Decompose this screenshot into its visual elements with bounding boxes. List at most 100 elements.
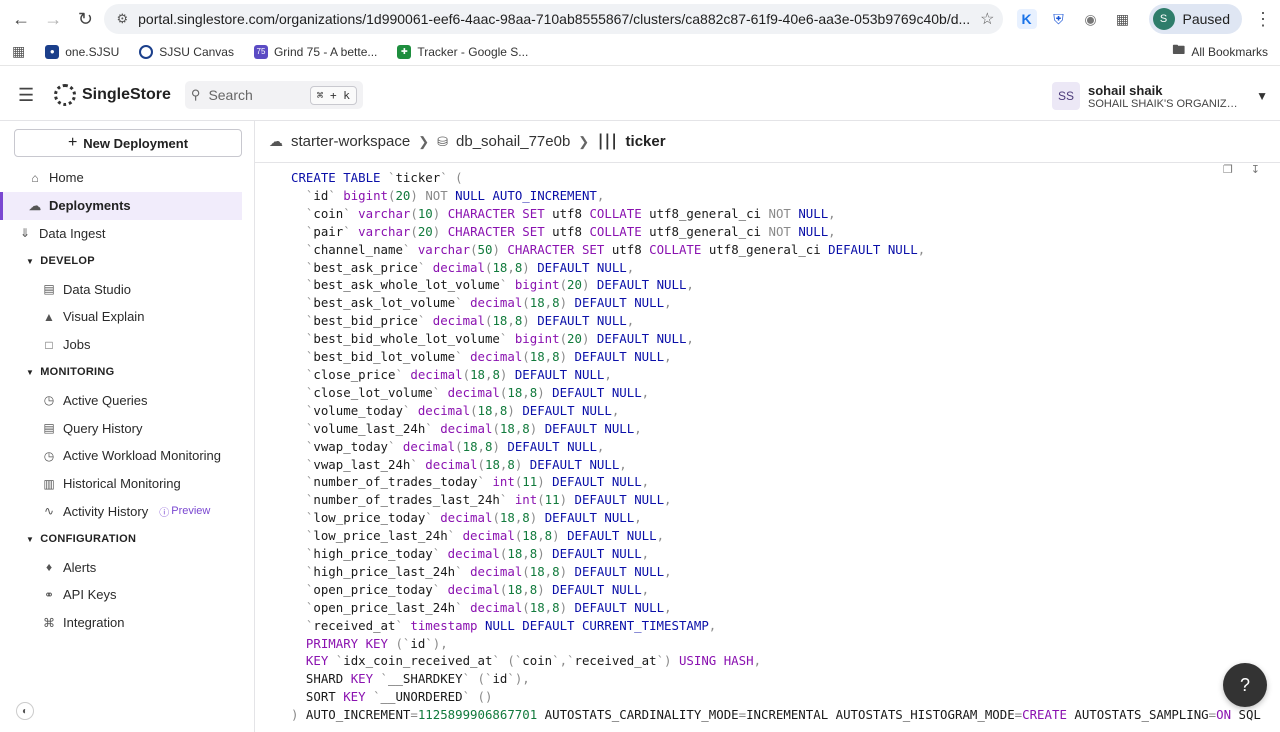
- new-deployment-button[interactable]: + New Deployment: [14, 129, 242, 157]
- section-develop[interactable]: ▼ DEVELOP: [0, 247, 254, 275]
- all-bookmarks[interactable]: 🖿 All Bookmarks: [1172, 41, 1268, 63]
- code-token: `: [291, 241, 314, 257]
- code-token: `: [291, 331, 314, 347]
- code-token: ,: [828, 223, 836, 239]
- code-token: (: [492, 420, 500, 436]
- code-token: ): [410, 187, 426, 203]
- code-token: DEFAULT NULL: [552, 546, 642, 562]
- sidebar-item-active-queries[interactable]: ◷ Active Queries: [0, 386, 254, 414]
- profile-button[interactable]: S Paused: [1148, 4, 1242, 34]
- code-token: 18: [470, 366, 485, 382]
- browser-menu-icon[interactable]: ⋮: [1254, 9, 1272, 30]
- sidebar-item-activity-history[interactable]: ∿ Activity History ⓘ Preview: [0, 498, 254, 526]
- code-token: low_price_last_24h: [313, 528, 448, 544]
- code-line: `open_price_last_24h` decimal(18, 8) DEFA…: [291, 599, 1280, 617]
- bookmark-star-icon[interactable]: ☆: [980, 9, 994, 29]
- code-token: channel_name: [313, 241, 403, 257]
- extension-camera-icon[interactable]: ◉: [1081, 9, 1101, 29]
- code-token: 11: [522, 474, 538, 490]
- code-token: CHARACTER SET: [447, 223, 553, 239]
- code-token: `: [455, 349, 471, 365]
- sidebar-item-visual-explain[interactable]: ▲ Visual Explain: [0, 303, 254, 331]
- key-icon: ⚭: [43, 587, 55, 602]
- code-line: `id` bigint(20) NOT NULL AUTO_INCREMENT,: [291, 187, 1280, 205]
- sidebar-item-integration[interactable]: ⌘ Integration: [0, 609, 254, 637]
- theme-toggle-icon[interactable]: ◐: [16, 702, 34, 720]
- code-token: KEY: [291, 653, 336, 669]
- bookmark-grind75[interactable]: 75 Grind 75 - A bette...: [253, 44, 377, 59]
- code-token: best_bid_whole_lot_volume: [313, 331, 500, 347]
- chevron-down-icon[interactable]: ▼: [1256, 89, 1268, 103]
- code-token: DEFAULT NULL: [574, 349, 665, 365]
- code-token: KEY: [350, 671, 381, 687]
- code-token: decimal: [410, 366, 463, 382]
- code-token: NULL: [798, 205, 829, 221]
- bookmark-tracker[interactable]: ✚ Tracker - Google S...: [397, 44, 528, 59]
- code-token: ,: [686, 277, 694, 293]
- breadcrumb: ☁ starter-workspace ❯ ⛁ db_sohail_77e0b …: [255, 121, 1280, 163]
- forward-icon[interactable]: →: [40, 5, 66, 33]
- sidebar-item-home[interactable]: ⌂ Home: [0, 164, 254, 192]
- code-token: open_price_last_24h: [313, 599, 456, 615]
- sidebar-item-active-workload-monitoring[interactable]: ◷ Active Workload Monitoring: [0, 442, 254, 470]
- extension-k-icon[interactable]: K: [1016, 9, 1037, 29]
- code-token: 18: [529, 599, 545, 615]
- extensions-puzzle-icon[interactable]: ▦: [1113, 9, 1133, 29]
- code-line: ) AUTO_INCREMENT=1125899906867701 AUTOST…: [291, 706, 1280, 724]
- preview-badge: ⓘ Preview: [159, 505, 211, 519]
- breadcrumb-database[interactable]: db_sohail_77e0b: [456, 133, 570, 150]
- folder-icon: 🖿: [1172, 41, 1186, 57]
- search-input[interactable]: ⚲ Search ⌘ + k: [184, 81, 363, 109]
- code-token: ): [499, 366, 515, 382]
- reload-icon[interactable]: ↻: [72, 5, 98, 33]
- code-token: `: [388, 438, 403, 454]
- sidebar-item-api-keys[interactable]: ⚭ API Keys: [0, 581, 254, 609]
- url-text[interactable]: portal.singlestore.com/organizations/1d9…: [138, 11, 970, 27]
- sidebar-item-deployments[interactable]: ☁ Deployments: [0, 191, 242, 220]
- data-studio-icon: ▤: [43, 282, 55, 297]
- breadcrumb-workspace[interactable]: starter-workspace: [291, 133, 410, 150]
- bookmark-sjsu-canvas[interactable]: SJSU Canvas: [139, 44, 234, 59]
- extension-shield-icon[interactable]: ⛨: [1049, 9, 1069, 29]
- code-token: decimal: [417, 402, 471, 418]
- code-token: ,: [507, 313, 515, 329]
- sidebar-item-query-history[interactable]: ▤ Query History: [0, 414, 254, 442]
- bookmarks-bar: ▦ ● one.SJSU SJSU Canvas 75 Grind 75 - A…: [0, 38, 1280, 66]
- help-button[interactable]: ?: [1223, 663, 1267, 707]
- user-menu[interactable]: SS sohail shaik SOHAIL SHAIK'S ORGANIZA.…: [1052, 76, 1268, 116]
- sidebar-item-jobs[interactable]: □ Jobs: [0, 331, 254, 359]
- section-configuration[interactable]: ▼ CONFIGURATION: [0, 525, 254, 553]
- code-token: ,: [604, 366, 612, 382]
- code-token: id: [410, 635, 426, 651]
- code-token: SHARD: [291, 671, 351, 687]
- code-line: `close_price` decimal(18, 8) DEFAULT NULL…: [291, 366, 1280, 384]
- code-token: `: [291, 474, 314, 490]
- code-token: 1125899906867701: [417, 707, 545, 723]
- code-token: (: [410, 223, 418, 239]
- apps-grid-icon[interactable]: ▦: [12, 43, 25, 60]
- code-token: decimal: [462, 528, 515, 544]
- code-token: `: [291, 187, 314, 203]
- code-token: NULL: [798, 223, 829, 239]
- code-line: `volume_last_24h` decimal(18, 8) DEFAULT …: [291, 420, 1280, 438]
- code-token: 20: [567, 277, 582, 293]
- sidebar-item-data-studio[interactable]: ▤ Data Studio: [0, 275, 254, 303]
- sidebar-item-alerts[interactable]: ♦ Alerts: [0, 553, 254, 581]
- sidebar-item-data-ingest[interactable]: ⇓ Data Ingest: [0, 220, 254, 248]
- code-token: decimal: [447, 546, 500, 562]
- singlestore-logo[interactable]: SingleStore: [54, 84, 171, 106]
- bookmark-one-sjsu[interactable]: ● one.SJSU: [45, 44, 119, 59]
- code-token: ): [529, 510, 545, 526]
- hamburger-menu-icon[interactable]: ☰: [18, 85, 46, 106]
- site-info-icon[interactable]: ⚙: [116, 11, 128, 27]
- code-token: `,`: [552, 653, 575, 669]
- code-token: (: [470, 241, 478, 257]
- code-line: `best_bid_whole_lot_volume` bigint(20) D…: [291, 330, 1280, 348]
- code-line: `best_ask_lot_volume` decimal(18, 8) DEFA…: [291, 294, 1280, 312]
- sidebar-item-historical-monitoring[interactable]: ▥ Historical Monitoring: [0, 470, 254, 498]
- address-bar[interactable]: ⚙ portal.singlestore.com/organizations/1…: [104, 4, 1003, 34]
- code-line: `close_lot_volume` decimal(18,8) DEFAULT…: [291, 384, 1280, 402]
- section-monitoring[interactable]: ▼ MONITORING: [0, 359, 254, 387]
- back-icon[interactable]: ←: [8, 5, 34, 33]
- breadcrumb-table: ticker: [625, 133, 666, 150]
